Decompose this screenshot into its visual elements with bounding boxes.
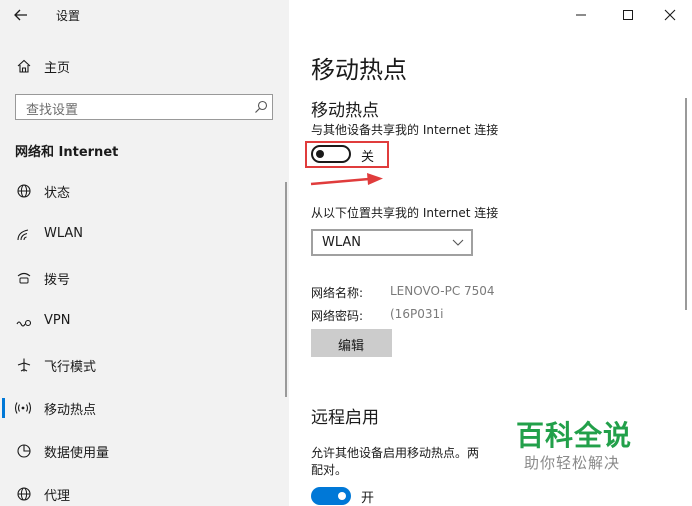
window-title: 设置 — [56, 9, 81, 23]
watermark-logo: 百科全说 助你轻松解决 — [486, 414, 689, 474]
back-button[interactable] — [12, 6, 34, 24]
annotation-arrow — [310, 173, 383, 186]
watermark-title: 百科全说 — [516, 419, 633, 452]
sidebar-item-home-label: 主页 — [44, 61, 71, 76]
sidebar-item-label: VPN — [44, 313, 71, 328]
remote-description-line2: 配对。 — [311, 463, 348, 477]
remote-toggle[interactable] — [311, 487, 351, 505]
sidebar-item-proxy[interactable]: 代理 — [0, 480, 289, 506]
sidebar-item-label: 代理 — [44, 489, 71, 504]
sidebar-item-label: 状态 — [44, 186, 71, 201]
sidebar-item-status[interactable]: 状态 — [0, 177, 289, 205]
sidebar-item-dialup[interactable]: 拨号 — [0, 264, 289, 292]
share-from-selected: WLAN — [322, 235, 362, 250]
sidebar-item-label: 数据使用量 — [44, 446, 110, 461]
sidebar-item-vpn[interactable]: VPN — [0, 308, 289, 336]
proxy-globe-icon — [17, 487, 31, 501]
page-title: 移动热点 — [311, 56, 407, 84]
edit-button-label: 编辑 — [338, 339, 365, 354]
network-password-value: (16P031i — [390, 307, 444, 321]
sidebar-item-home[interactable]: 主页 — [0, 52, 289, 80]
hotspot-heading: 移动热点 — [311, 101, 379, 121]
sidebar-item-label: 拨号 — [44, 273, 71, 288]
search-icon — [255, 100, 268, 113]
minimize-icon[interactable] — [574, 8, 588, 22]
search-input[interactable]: 查找设置 — [15, 94, 273, 120]
vpn-icon — [16, 319, 32, 327]
edit-button[interactable]: 编辑 — [311, 329, 392, 357]
remote-toggle-state: 开 — [361, 491, 375, 506]
search-placeholder: 查找设置 — [26, 103, 79, 118]
sidebar-item-label: 飞行模式 — [44, 360, 97, 375]
maximize-icon[interactable] — [621, 8, 635, 22]
data-usage-icon — [17, 444, 31, 458]
network-name-value: LENOVO-PC 7504 — [390, 284, 495, 298]
close-icon[interactable] — [663, 8, 677, 22]
sidebar-scrollbar[interactable] — [285, 182, 287, 397]
share-from-dropdown[interactable]: WLAN — [311, 229, 473, 256]
wifi-icon — [17, 229, 29, 241]
sidebar-item-hotspot[interactable]: 移动热点 — [0, 394, 289, 422]
remote-heading: 远程启用 — [311, 408, 379, 428]
sidebar-item-label: WLAN — [44, 226, 84, 241]
dialup-icon — [17, 272, 31, 284]
remote-description-line1: 允许其他设备启用移动热点。两 — [311, 446, 480, 460]
main-content: 移动热点 移动热点 与其他设备共享我的 Internet 连接 关 从以下位置共… — [289, 0, 692, 506]
back-arrow-icon — [14, 9, 27, 21]
airplane-icon — [17, 358, 31, 372]
toggle-knob — [316, 150, 324, 158]
sidebar-item-label: 移动热点 — [44, 403, 97, 418]
hotspot-toggle[interactable] — [311, 145, 351, 163]
main-scrollbar[interactable] — [685, 98, 687, 310]
network-password-label: 网络密码: — [311, 309, 364, 323]
sidebar-item-airplane[interactable]: 飞行模式 — [0, 351, 289, 379]
network-name-label: 网络名称: — [311, 286, 364, 300]
chevron-down-icon — [452, 239, 464, 246]
selection-indicator — [2, 398, 5, 418]
share-from-label: 从以下位置共享我的 Internet 连接 — [311, 206, 499, 220]
watermark-subtitle: 助你轻松解决 — [524, 454, 621, 472]
hotspot-icon — [14, 402, 32, 414]
hotspot-toggle-state: 关 — [361, 150, 375, 165]
sidebar-item-wlan[interactable]: WLAN — [0, 221, 289, 249]
globe-icon — [17, 184, 31, 198]
sidebar-item-data-usage[interactable]: 数据使用量 — [0, 437, 289, 465]
toggle-knob — [338, 492, 346, 500]
hotspot-description: 与其他设备共享我的 Internet 连接 — [311, 123, 499, 137]
sidebar: 设置 主页 查找设置 网络和 Internet 状态 WLAN 拨号 VPN 飞… — [0, 0, 289, 506]
section-title: 网络和 Internet — [15, 145, 119, 160]
home-icon — [17, 59, 31, 73]
